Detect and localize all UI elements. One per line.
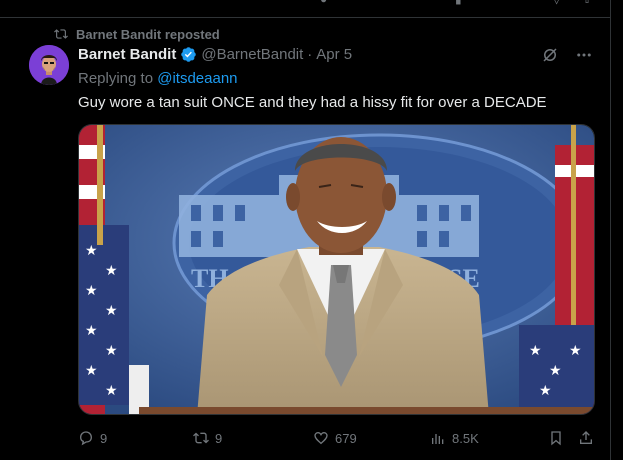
avatar[interactable]: [29, 45, 69, 85]
reply-icon: [79, 431, 93, 446]
repost-button[interactable]: 9: [193, 430, 222, 446]
bookmark-icon: [551, 431, 561, 446]
verified-badge-icon[interactable]: [180, 46, 197, 63]
replying-to: Replying to @itsdeaann: [78, 70, 238, 87]
heart-icon: [314, 431, 328, 445]
tweet-header: Barnet Bandit @BarnetBandit · Apr 5: [78, 46, 352, 63]
repost-count: 9: [215, 430, 223, 446]
repost-label: Barnet Bandit reposted: [76, 26, 220, 42]
post-divider: [0, 17, 610, 18]
previous-post-icon: ▮: [455, 0, 462, 6]
previous-post-actions: ● ▮ ▽ ⇧: [0, 0, 610, 6]
timeline-border: [610, 0, 611, 460]
svg-text:★: ★: [105, 383, 118, 399]
tweet-top-icons: [541, 46, 593, 64]
author-handle[interactable]: @BarnetBandit: [201, 46, 303, 63]
previous-post-icon: ●: [320, 0, 327, 6]
svg-text:★: ★: [85, 363, 98, 379]
svg-text:★: ★: [85, 243, 98, 259]
previous-post-icon: ⇧: [582, 0, 592, 6]
author-name[interactable]: Barnet Bandit: [78, 46, 176, 63]
share-button[interactable]: [578, 430, 594, 446]
previous-post-icon: ▽: [552, 0, 561, 6]
repost-icon: [54, 29, 68, 39]
replying-prefix: Replying to: [78, 70, 154, 87]
views-count: 8.5K: [452, 430, 479, 446]
repost-icon: [193, 432, 209, 444]
like-count: 679: [335, 430, 357, 446]
repost-indicator[interactable]: Barnet Bandit reposted: [54, 26, 220, 42]
views-button[interactable]: 8.5K: [430, 430, 479, 446]
replying-handle-link[interactable]: @itsdeaann: [157, 70, 237, 87]
svg-text:★: ★: [85, 323, 98, 339]
svg-text:★: ★: [105, 343, 118, 359]
views-icon: [432, 434, 444, 444]
reply-button[interactable]: 9: [78, 430, 107, 446]
dot-separator: ·: [307, 46, 313, 63]
svg-text:★: ★: [569, 343, 582, 359]
svg-text:★: ★: [529, 343, 542, 359]
svg-text:★: ★: [549, 363, 562, 379]
post-date[interactable]: Apr 5: [316, 46, 352, 63]
more-options-icon[interactable]: [575, 46, 593, 64]
svg-text:★: ★: [539, 383, 552, 399]
tweet-actions: 9 9 679 8.5K: [78, 430, 598, 448]
grok-icon[interactable]: [541, 46, 559, 64]
reply-count: 9: [100, 430, 108, 446]
press-briefing-photo: TH OUSE ★★ ★★ ★★ ★★ ★★ ★★: [79, 125, 594, 414]
svg-text:★: ★: [105, 303, 118, 319]
bookmark-button[interactable]: [548, 430, 564, 446]
tweet-media-image[interactable]: TH OUSE ★★ ★★ ★★ ★★ ★★ ★★: [78, 124, 595, 415]
share-icon: [580, 431, 592, 444]
tweet-text: Guy wore a tan suit ONCE and they had a …: [78, 94, 547, 111]
avatar-image: [29, 45, 69, 85]
svg-text:★: ★: [105, 263, 118, 279]
like-button[interactable]: 679: [313, 430, 357, 446]
svg-text:★: ★: [85, 283, 98, 299]
